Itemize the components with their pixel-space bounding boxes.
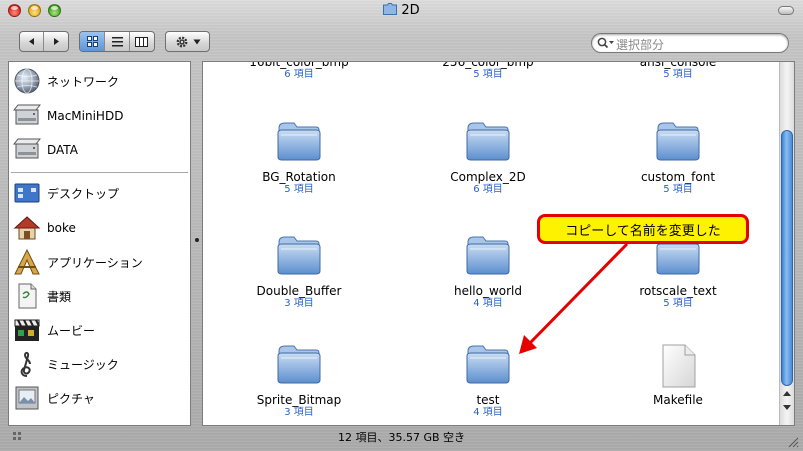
annotation-callout-text: コピーして名前を変更した — [565, 223, 721, 239]
status-bar-text: 12 項目、35.57 GB 空き — [337, 431, 466, 444]
annotation-callout: コピーして名前を変更した — [537, 214, 749, 244]
finder-window: 2D 選択部分 ネットワーク MacMiniHDD DATA デスクトップ bo… — [0, 0, 803, 451]
window-resize-handle-icon[interactable] — [787, 436, 799, 448]
